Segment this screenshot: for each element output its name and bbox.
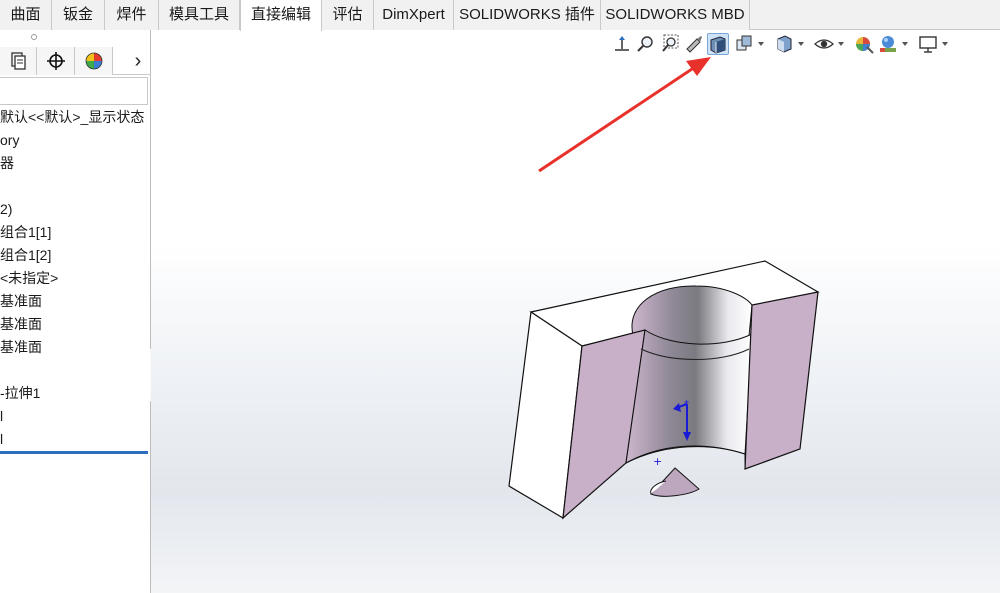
tree-item-feature-a[interactable]: l xyxy=(0,405,3,427)
tree-item-front-plane[interactable]: 基准面 xyxy=(0,290,42,312)
svg-text:*: * xyxy=(684,399,689,410)
tab-display-manager[interactable] xyxy=(75,47,113,75)
cone-feature xyxy=(650,467,700,497)
section-view-model[interactable]: * + xyxy=(151,31,1000,593)
property-manager-icon xyxy=(11,52,26,70)
manager-tabs-more-button[interactable]: › xyxy=(128,49,148,73)
tree-item-top-plane[interactable]: 基准面 xyxy=(0,313,42,335)
svg-text:+: + xyxy=(653,455,662,468)
tree-item-display-state[interactable]: 默认<<默认>_显示状态 xyxy=(0,106,144,128)
tree-item-history[interactable]: ory xyxy=(0,129,19,151)
tree-item-material[interactable]: <未指定> xyxy=(0,267,58,289)
tab-weldments[interactable]: 焊件 xyxy=(105,0,159,30)
rollback-bar[interactable] xyxy=(0,451,148,454)
tree-item-combine-1-2[interactable]: 组合1[2] xyxy=(0,244,51,266)
tab-mold-tools[interactable]: 模具工具 xyxy=(159,0,240,30)
display-manager-icon xyxy=(85,52,103,70)
dimxpert-manager-icon xyxy=(47,52,65,70)
tab-surfaces[interactable]: 曲面 xyxy=(0,0,52,30)
cylinder-surface xyxy=(625,329,753,464)
grip-dot-icon xyxy=(31,34,37,40)
command-manager-tabs: 曲面 钣金 焊件 模具工具 直接编辑 评估 DimXpert SOLIDWORK… xyxy=(0,0,1000,31)
panel-grip[interactable] xyxy=(0,30,151,46)
tab-dimxpert-manager[interactable] xyxy=(37,47,75,75)
tab-direct-editing[interactable]: 直接编辑 xyxy=(240,0,322,31)
tab-solidworks-mbd[interactable]: SOLIDWORKS MBD xyxy=(601,0,750,30)
feature-manager-panel: › 默认<<默认>_显示状态 ory 器 2) 组合1[1] 组合1[2] <未… xyxy=(0,30,151,593)
tree-item-boss-extrude-1[interactable]: -拉伸1 xyxy=(0,382,40,404)
right-section-face xyxy=(744,291,819,470)
tree-item-solid-bodies[interactable]: 2) xyxy=(0,198,12,220)
tab-evaluate[interactable]: 评估 xyxy=(322,0,374,30)
tree-item-sensors[interactable]: 器 xyxy=(0,152,14,174)
tree-item-feature-b[interactable]: l xyxy=(0,428,3,450)
graphics-area[interactable]: * + xyxy=(151,31,1000,593)
tree-item-right-plane[interactable]: 基准面 xyxy=(0,336,42,358)
tab-solidworks-addins[interactable]: SOLIDWORKS 插件 xyxy=(454,0,601,30)
tab-sheet-metal[interactable]: 钣金 xyxy=(52,0,105,30)
feature-tree-filter[interactable] xyxy=(0,77,148,105)
tab-dimxpert[interactable]: DimXpert xyxy=(374,0,454,30)
tree-item-combine-1-1[interactable]: 组合1[1] xyxy=(0,221,51,243)
tab-property-manager[interactable] xyxy=(0,47,37,75)
manager-tabs: › xyxy=(0,47,151,75)
